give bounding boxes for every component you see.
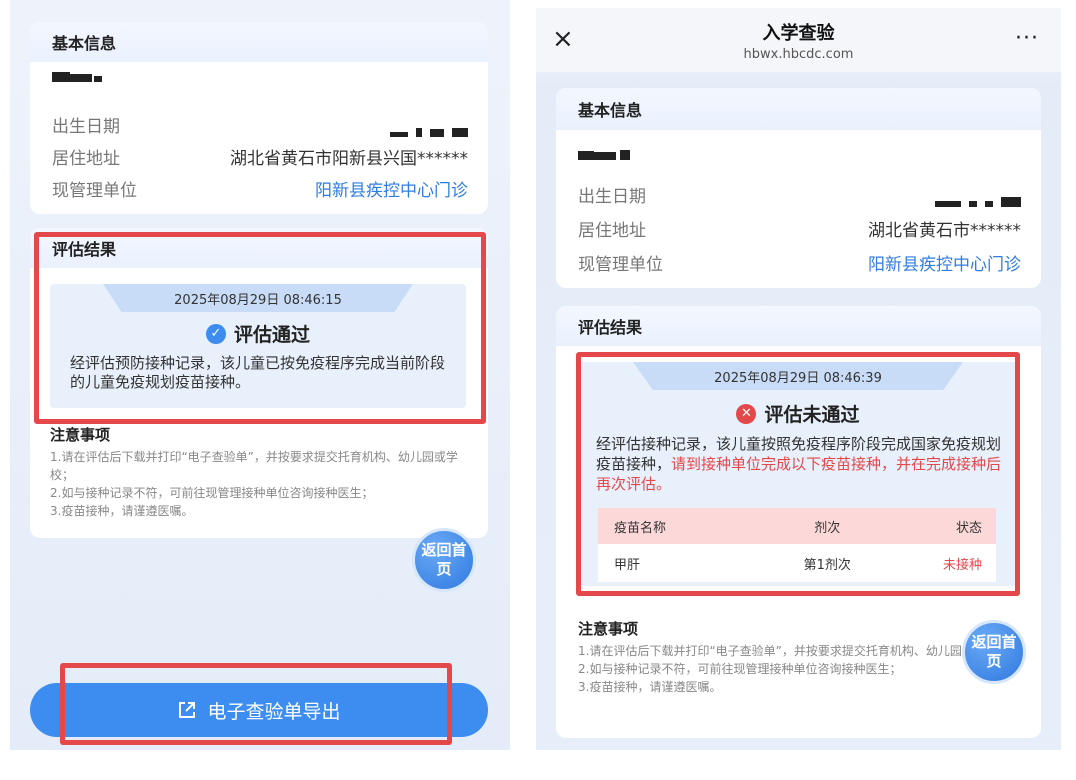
notes-line-1: 1.请在评估后下载并打印“电子查验单”，并按要求提交托育机构、幼儿园或学校； [50,450,458,482]
name-row [52,72,468,82]
basic-info-card: 基本信息 出生日期 居住地址 湖北省黄石市阳新县兴国****** 现管理单位 阳… [30,22,488,214]
notes-line-3: 3.疫苗接种，请谨遵医嘱。 [578,680,722,694]
unit-row: 现管理单位 阳新县疾控中心门诊 [52,176,468,201]
notes-title: 注意事项 [50,426,111,444]
basic-info-title: 基本信息 [556,88,1041,130]
birth-row: 出生日期 [578,182,1021,207]
close-icon[interactable]: × [552,24,574,54]
notes-line-1: 1.请在评估后下载并打印“电子查验单”，并按要求提交托育机构、幼儿园或学校； [578,644,1010,658]
notes-title: 注意事项 [578,620,639,638]
masked-name [578,150,630,160]
address-label: 居住地址 [578,221,646,241]
masked-name [52,72,102,82]
annotation-box-result [576,352,1020,596]
address-value: 湖北省黄石市****** [868,221,1021,241]
unit-label: 现管理单位 [578,255,663,275]
notes-section: 注意事项 1.请在评估后下载并打印“电子查验单”，并按要求提交托育机构、幼儿园或… [50,426,460,520]
notes-line-3: 3.疫苗接种，请谨遵医嘱。 [50,504,194,518]
unit-label: 现管理单位 [52,181,137,201]
unit-row: 现管理单位 阳新县疾控中心门诊 [578,250,1021,275]
page-domain: hbwx.hbcdc.com [743,46,854,62]
birth-row: 出生日期 [52,112,468,137]
basic-info-card: 基本信息 出生日期 居住地址 湖北省黄石市****** 现管理单位 阳新县疾控中… [556,88,1041,288]
address-label: 居住地址 [52,149,120,169]
address-value: 湖北省黄石市阳新县兴国****** [230,149,468,169]
birth-label: 出生日期 [52,117,120,137]
more-icon[interactable]: ··· [1015,26,1039,51]
address-row: 居住地址 湖北省黄石市****** [578,216,1021,241]
notes-line-2: 2.如与接种记录不符，可前往现管理接种单位咨询接种医生； [578,662,902,676]
home-button[interactable]: 返回首页 [412,528,476,592]
address-row: 居住地址 湖北省黄石市阳新县兴国****** [52,144,468,169]
unit-value[interactable]: 阳新县疾控中心门诊 [315,176,468,201]
annotation-box-result [34,232,486,424]
masked-birth [935,192,1021,207]
notes-section: 注意事项 1.请在评估后下载并打印“电子查验单”，并按要求提交托育机构、幼儿园或… [578,620,1018,696]
page-title: 入学查验 [762,22,835,44]
browser-topbar: × 入学查验 hbwx.hbcdc.com ··· [536,8,1061,72]
masked-birth [390,122,468,137]
birth-label: 出生日期 [578,187,646,207]
annotation-box-export [60,663,452,745]
home-button[interactable]: 返回首页 [962,620,1026,684]
result-title: 评估结果 [556,306,1041,346]
notes-line-2: 2.如与接种记录不符，可前往现管理接种单位咨询接种医生； [50,486,374,500]
unit-value[interactable]: 阳新县疾控中心门诊 [868,250,1021,275]
name-row [578,150,1021,160]
topbar-title-block: 入学查验 hbwx.hbcdc.com [744,19,854,62]
basic-info-title: 基本信息 [30,22,488,62]
